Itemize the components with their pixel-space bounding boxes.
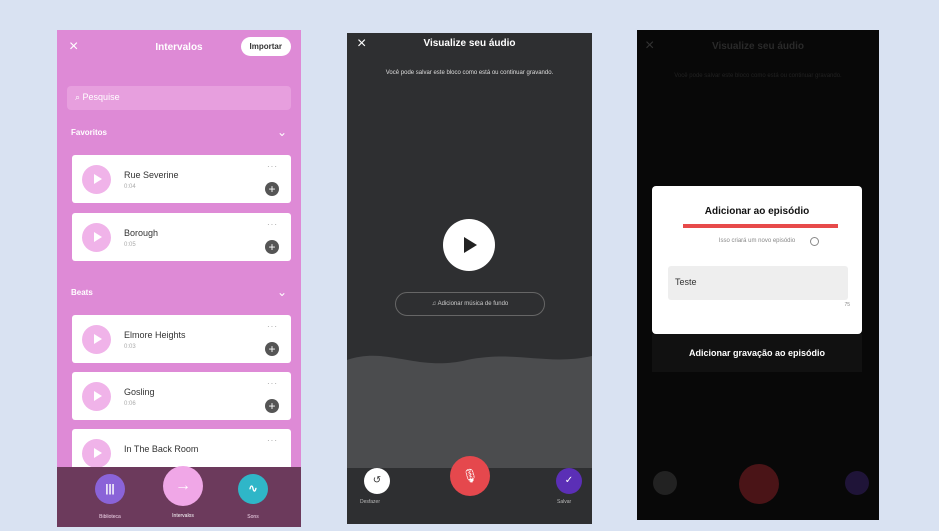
undo-label: Desfazer (360, 499, 381, 505)
nav-label: Sons (247, 514, 259, 520)
intervals-screen: × Intervalos Importar ⌕ Pesquise Favorit… (57, 30, 301, 527)
screen-subtitle: Você pode salvar este bloco como está ou… (674, 73, 842, 79)
search-input[interactable]: ⌕ Pesquise (67, 86, 291, 110)
track-duration: 0:05 (124, 242, 136, 248)
play-icon[interactable] (82, 439, 111, 468)
audio-waveform (347, 355, 592, 468)
library-icon: ||| (95, 474, 125, 504)
nav-intervalos[interactable]: → Intervalos (163, 466, 203, 519)
nav-label: Biblioteca (99, 514, 121, 520)
more-icon[interactable]: ··· (267, 220, 278, 229)
save-button (845, 471, 869, 495)
chevron-down-icon[interactable]: ⌄ (277, 125, 287, 139)
play-icon[interactable] (82, 165, 111, 194)
settings-icon[interactable] (810, 237, 819, 246)
screen-subtitle: Você pode salvar este bloco como está ou… (385, 70, 554, 76)
microphone-button (739, 464, 779, 504)
track-name: Rue Severine (124, 170, 179, 180)
add-episode-dialog: Adicionar ao episódio Isso criará um nov… (652, 186, 862, 334)
track-card[interactable]: Gosling 0:06 ··· + (72, 372, 291, 420)
track-card[interactable]: Elmore Heights 0:03 ··· + (72, 315, 291, 363)
save-label: Salvar (557, 499, 572, 505)
play-icon[interactable] (443, 219, 495, 271)
screen-title: Visualize seu áudio (423, 38, 516, 49)
track-duration: 0:06 (124, 401, 136, 407)
save-button[interactable]: ✓ (556, 468, 582, 494)
track-name: Elmore Heights (124, 330, 186, 340)
track-duration: 0:03 (124, 344, 136, 350)
nav-biblioteca[interactable]: ||| Biblioteca (90, 474, 130, 520)
dialog-title: Adicionar ao episódio (704, 206, 810, 217)
section-label: Favoritos (71, 128, 108, 137)
track-duration: 0:04 (124, 184, 136, 190)
play-icon[interactable] (82, 325, 111, 354)
section-beats[interactable]: Beats ⌄ (71, 285, 287, 299)
progress-bar (683, 224, 838, 228)
waveform-icon: ∿ (238, 474, 268, 504)
arrow-right-icon: → (163, 466, 203, 506)
track-name: Borough (124, 228, 159, 238)
add-icon[interactable]: + (265, 240, 279, 254)
play-icon[interactable] (82, 223, 111, 252)
section-favoritos[interactable]: Favoritos ⌄ (71, 125, 287, 139)
more-icon[interactable]: ··· (267, 322, 278, 331)
more-icon[interactable]: ··· (267, 162, 278, 171)
track-card[interactable]: Rue Severine 0:04 ··· + (72, 155, 291, 203)
preview-audio-screen: × Visualize seu áudio Você pode salvar e… (347, 33, 592, 524)
undo-button (653, 471, 677, 495)
screen-title: Visualize seu áudio (711, 41, 805, 52)
chevron-down-icon[interactable]: ⌄ (277, 285, 287, 299)
dialog-subtitle: Isso criará um novo episódio (718, 238, 796, 244)
add-icon[interactable]: + (265, 182, 279, 196)
search-icon: ⌕ (75, 92, 83, 102)
more-icon[interactable]: ··· (267, 436, 278, 445)
section-label: Beats (71, 288, 93, 297)
track-name: In The Back Room (124, 444, 199, 454)
add-music-button[interactable]: ♫ Adicionar música de fundo (395, 292, 545, 316)
add-to-episode-screen: × Visualize seu áudio Você pode salvar e… (637, 30, 879, 520)
import-button[interactable]: Importar (240, 37, 291, 56)
microphone-button[interactable]: 🎙 (450, 456, 490, 496)
track-card[interactable]: Borough 0:05 ··· + (72, 213, 291, 261)
more-icon[interactable]: ··· (267, 379, 278, 388)
undo-button[interactable]: ↺ (364, 468, 390, 494)
play-icon[interactable] (82, 382, 111, 411)
add-icon[interactable]: + (265, 342, 279, 356)
add-recording-button[interactable]: Adicionar gravação ao episódio (652, 334, 862, 372)
track-name: Gosling (124, 387, 155, 397)
bottom-nav: ||| Biblioteca → Intervalos ∿ Sons (57, 466, 301, 527)
char-counter: 75 (844, 302, 850, 308)
add-music-label: Adicionar música de fundo (437, 301, 509, 307)
nav-label: Intervalos (172, 513, 194, 519)
search-placeholder: Pesquise (82, 92, 120, 102)
add-icon[interactable]: + (265, 399, 279, 413)
episode-title-field[interactable]: Teste (668, 266, 848, 300)
nav-sons[interactable]: ∿ Sons (233, 474, 273, 520)
